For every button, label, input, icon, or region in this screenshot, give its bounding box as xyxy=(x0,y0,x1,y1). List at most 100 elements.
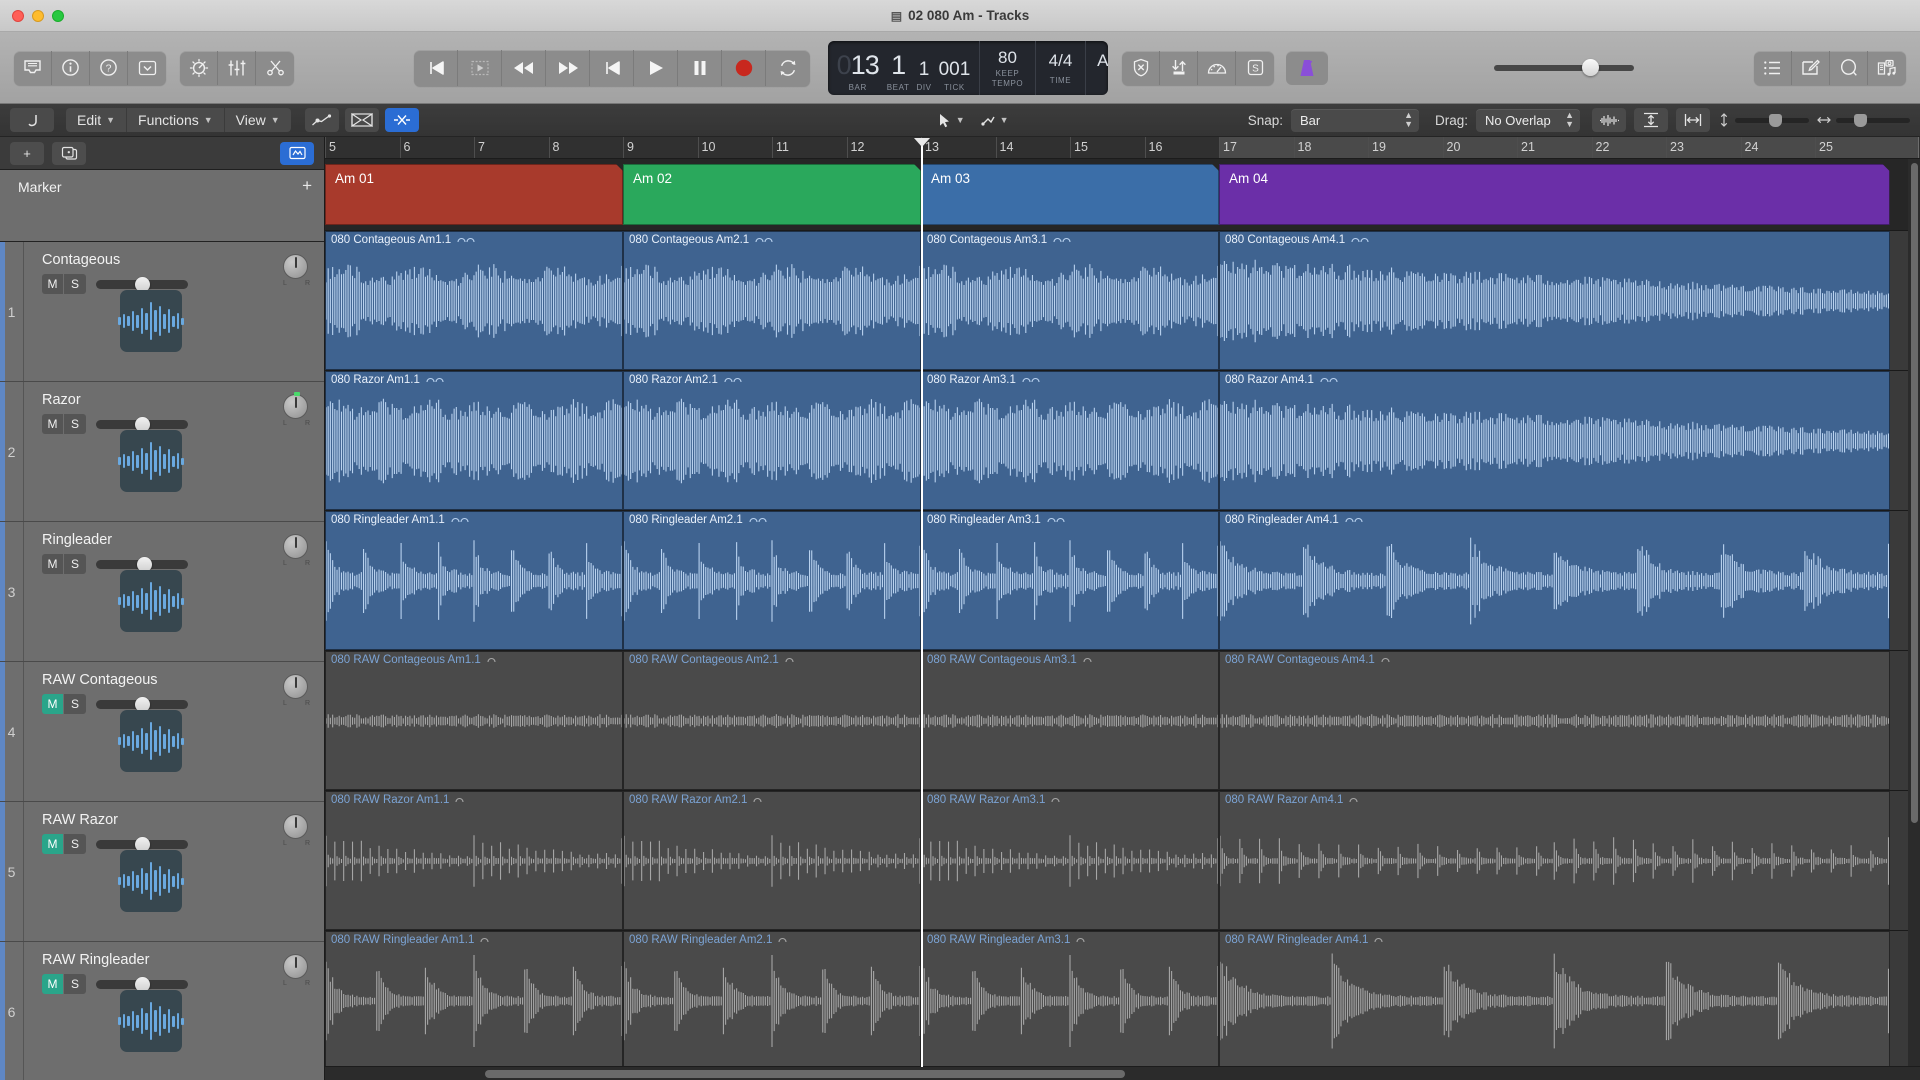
cycle-button[interactable] xyxy=(766,50,810,86)
automation-icon[interactable] xyxy=(305,108,339,132)
volume-slider[interactable] xyxy=(96,420,188,429)
audio-region[interactable]: 080 Contageous Am1.1 xyxy=(325,231,623,370)
audio-waveform-icon[interactable] xyxy=(120,710,182,772)
go-to-beginning-button[interactable] xyxy=(414,50,458,86)
audio-region[interactable]: 080 Contageous Am4.1 xyxy=(1219,231,1890,370)
horizontal-scrollbar[interactable] xyxy=(325,1066,1920,1080)
play-button[interactable] xyxy=(634,50,678,86)
audio-region[interactable]: 080 RAW Contageous Am1.1 xyxy=(325,651,623,790)
audio-region[interactable]: 080 RAW Razor Am1.1 xyxy=(325,791,623,930)
solo-button[interactable]: S xyxy=(64,974,86,994)
menu-view[interactable]: View ▼ xyxy=(225,108,291,132)
toolbar-toggle-icon[interactable] xyxy=(128,51,166,85)
track-header[interactable]: 4 RAW Contageous M S LR xyxy=(0,662,324,802)
pan-control[interactable]: LR xyxy=(283,814,310,847)
audio-region[interactable]: 080 RAW Razor Am4.1 xyxy=(1219,791,1890,930)
solo-button[interactable]: S xyxy=(64,554,86,574)
horizontal-zoom-slider[interactable] xyxy=(1836,118,1910,123)
audio-waveform-icon[interactable] xyxy=(120,850,182,912)
track-name[interactable]: RAW Contageous xyxy=(42,672,312,688)
track-header[interactable]: 2 Razor M S LR xyxy=(0,382,324,522)
fit-vertical-icon[interactable] xyxy=(1634,108,1668,132)
metronome-icon[interactable] xyxy=(1286,51,1328,85)
solo-mode-button[interactable]: S xyxy=(1236,51,1274,85)
help-icon[interactable]: ? xyxy=(90,51,128,85)
solo-button[interactable]: S xyxy=(64,834,86,854)
volume-slider[interactable] xyxy=(96,280,188,289)
loop-browser-icon[interactable] xyxy=(1830,51,1868,85)
media-browser-icon[interactable] xyxy=(1868,51,1906,85)
pan-knob[interactable] xyxy=(283,954,308,979)
pointer-tool[interactable]: ▼ xyxy=(939,113,965,128)
volume-slider[interactable] xyxy=(96,560,188,569)
mute-button[interactable]: M xyxy=(42,694,64,714)
menu-edit[interactable]: Edit ▼ xyxy=(66,108,127,132)
audio-region[interactable]: 080 RAW Ringleader Am2.1 xyxy=(623,931,921,1070)
audio-region[interactable]: 080 RAW Razor Am2.1 xyxy=(623,791,921,930)
waveform-zoom-icon[interactable] xyxy=(1592,108,1626,132)
track-header[interactable]: 1 Contageous M S LR xyxy=(0,242,324,382)
volume-slider[interactable] xyxy=(96,700,188,709)
track-name[interactable]: Razor xyxy=(42,392,312,408)
pause-button[interactable] xyxy=(678,50,722,86)
list-editors-icon[interactable] xyxy=(1754,51,1792,85)
track-header[interactable]: 6 RAW Ringleader M S LR xyxy=(0,942,324,1080)
info-icon[interactable] xyxy=(52,51,90,85)
mute-button[interactable]: M xyxy=(42,274,64,294)
duplicate-track-icon[interactable] xyxy=(52,142,86,165)
lcd-display[interactable]: 013 BAR 1 BEAT 1 DIV 001 TICK 80 KEEP TE… xyxy=(828,41,1108,95)
horizontal-scrollbar-thumb[interactable] xyxy=(485,1070,1125,1078)
menu-functions[interactable]: Functions ▼ xyxy=(127,108,225,132)
lcd-time-signature[interactable]: 4/4 TIME xyxy=(1036,41,1086,95)
solo-button[interactable]: S xyxy=(64,274,86,294)
vertical-scrollbar[interactable] xyxy=(1908,159,1920,1066)
audio-region[interactable]: 080 Razor Am4.1 xyxy=(1219,371,1890,510)
audio-region[interactable]: 080 Razor Am2.1 xyxy=(623,371,921,510)
audio-region[interactable]: 080 Contageous Am2.1 xyxy=(623,231,921,370)
vertical-scrollbar-thumb[interactable] xyxy=(1911,163,1918,823)
pan-knob[interactable] xyxy=(283,534,308,559)
add-track-button[interactable]: + xyxy=(10,142,44,165)
audio-region[interactable]: 080 RAW Contageous Am4.1 xyxy=(1219,651,1890,790)
audio-waveform-icon[interactable] xyxy=(120,570,182,632)
rewind-button[interactable] xyxy=(502,50,546,86)
track-header[interactable]: 5 RAW Razor M S LR xyxy=(0,802,324,942)
pan-control[interactable]: LR xyxy=(283,254,310,287)
audio-region[interactable]: 080 RAW Ringleader Am1.1 xyxy=(325,931,623,1070)
editors-icon[interactable] xyxy=(256,51,294,85)
library-icon[interactable] xyxy=(14,51,52,85)
drag-select[interactable]: No Overlap ▲▼ xyxy=(1476,109,1580,132)
bar-ruler[interactable]: 5678910111213141516171819202122232425 xyxy=(325,137,1920,159)
pan-control[interactable]: LR xyxy=(283,954,310,987)
master-volume-knob[interactable] xyxy=(1582,59,1599,76)
fit-horizontal-icon[interactable] xyxy=(1676,108,1710,132)
audio-region[interactable]: 080 Ringleader Am1.1 xyxy=(325,511,623,650)
pan-control[interactable]: LR xyxy=(283,534,310,567)
go-to-start-button[interactable] xyxy=(590,50,634,86)
audio-waveform-icon[interactable] xyxy=(120,290,182,352)
audio-region[interactable]: 080 Ringleader Am2.1 xyxy=(623,511,921,650)
lcd-key[interactable]: Amin KEY xyxy=(1086,41,1108,95)
pan-control[interactable]: LR xyxy=(283,394,310,427)
audio-region[interactable]: 080 RAW Ringleader Am4.1 xyxy=(1219,931,1890,1070)
audio-region[interactable]: 080 RAW Contageous Am2.1 xyxy=(623,651,921,790)
volume-slider[interactable] xyxy=(96,980,188,989)
audio-region[interactable]: 080 Razor Am3.1 xyxy=(921,371,1219,510)
audio-region[interactable]: 080 Ringleader Am3.1 xyxy=(921,511,1219,650)
track-name[interactable]: RAW Ringleader xyxy=(42,952,312,968)
record-button[interactable] xyxy=(722,50,766,86)
audio-region[interactable]: 080 RAW Contageous Am3.1 xyxy=(921,651,1219,790)
audio-region[interactable]: 080 Razor Am1.1 xyxy=(325,371,623,510)
forward-button[interactable] xyxy=(546,50,590,86)
pan-knob[interactable] xyxy=(283,674,308,699)
flex-pitch-icon[interactable] xyxy=(385,108,419,132)
pan-knob[interactable] xyxy=(283,814,308,839)
audio-waveform-icon[interactable] xyxy=(120,990,182,1052)
varispeed-icon[interactable] xyxy=(1198,51,1236,85)
mute-button[interactable]: M xyxy=(42,974,64,994)
audio-region[interactable]: 080 RAW Razor Am3.1 xyxy=(921,791,1219,930)
global-tracks-icon[interactable] xyxy=(280,142,314,165)
audio-region[interactable]: 080 Contageous Am3.1 xyxy=(921,231,1219,370)
notes-icon[interactable] xyxy=(1792,51,1830,85)
lcd-position[interactable]: 013 BAR 1 BEAT 1 DIV 001 TICK xyxy=(828,41,980,95)
